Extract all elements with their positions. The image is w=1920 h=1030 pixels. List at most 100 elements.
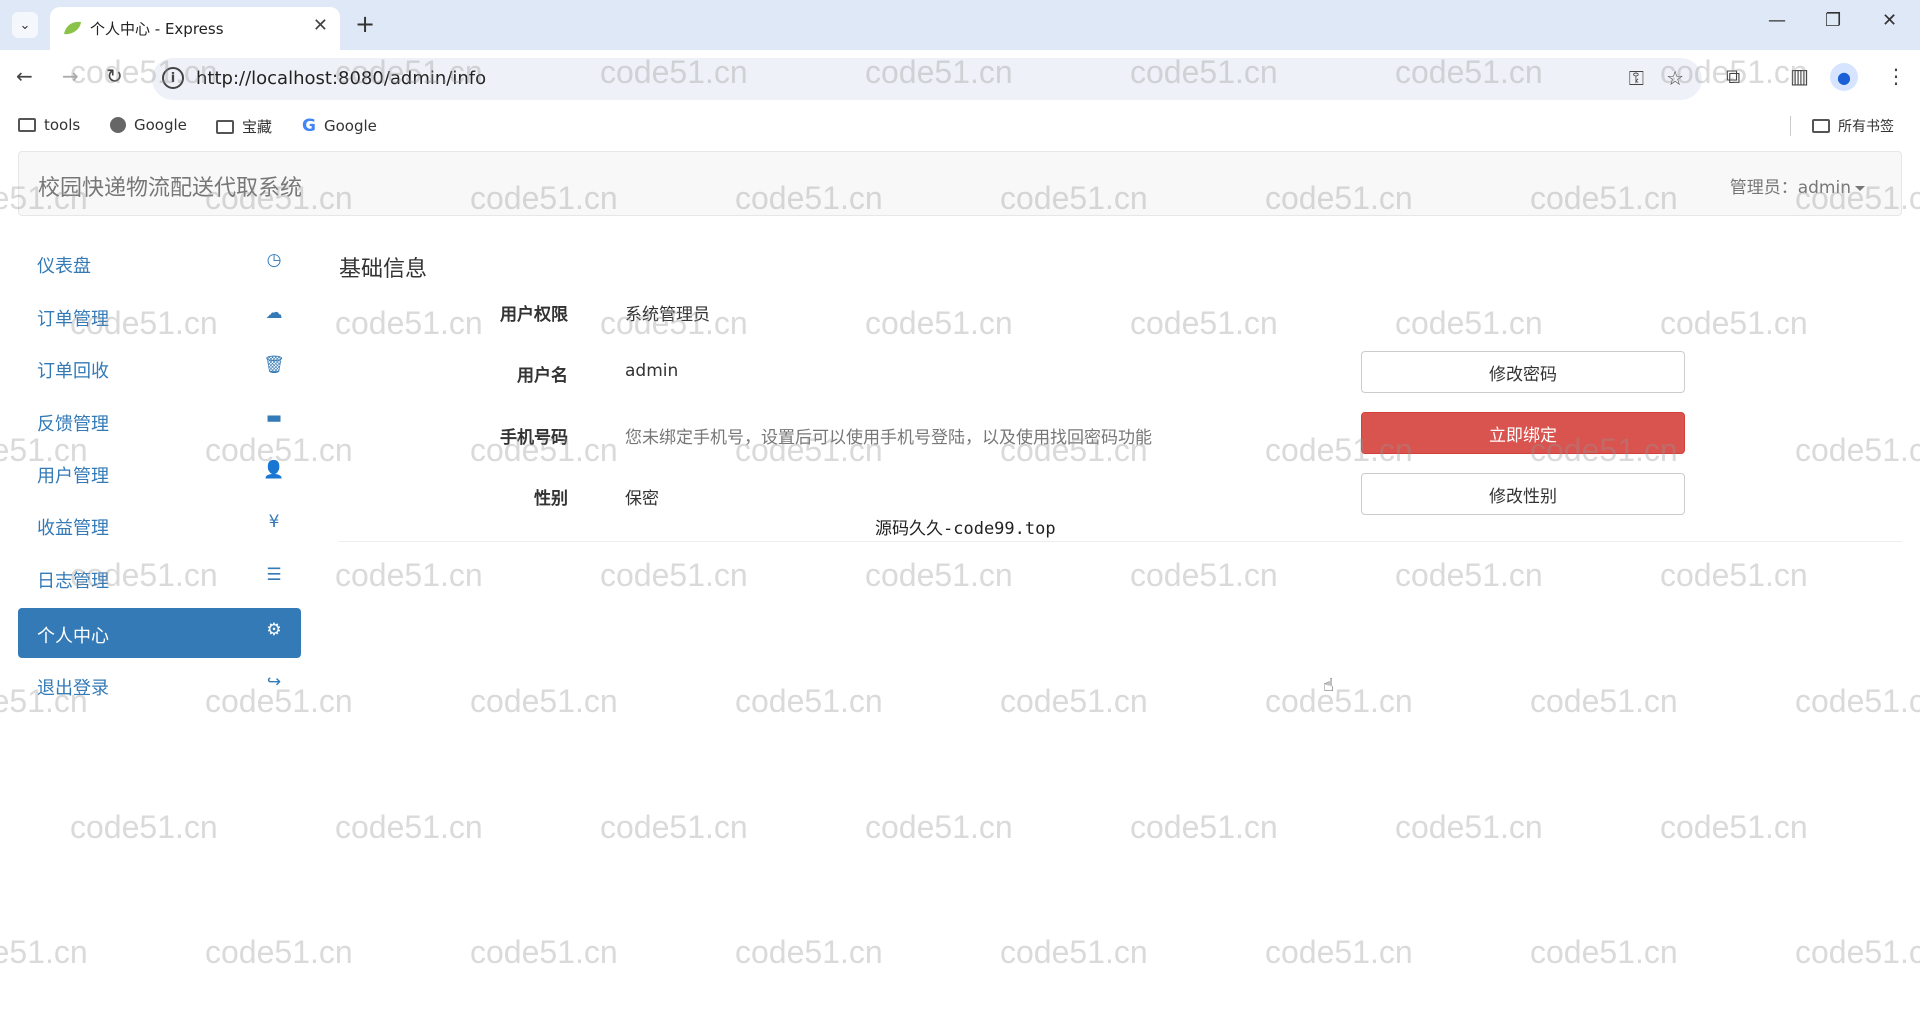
watermark-text: code51.cn [1265,934,1413,970]
forward-icon[interactable]: → [62,64,79,88]
app-navbar: 校园快递物流配送代取系统 管理员：admin [18,151,1902,216]
browser-tab-bar: ⌄ 个人中心 - Express ✕ + — ❐ ✕ [0,0,1920,50]
sidebar-item-users[interactable]: 用户管理 👤 [18,448,301,498]
sidebar-item-revenue[interactable]: 收益管理 ¥ [18,500,301,550]
minimize-icon[interactable]: — [1768,10,1786,31]
watermark-text: code51.cn [1000,934,1148,970]
watermark-text: code51.cn [335,557,483,593]
address-bar[interactable]: i http://localhost:8080/admin/info ⚿ ☆ [152,58,1702,100]
sidebar-item-label: 个人中心 [37,626,109,647]
comment-icon: ▬ [265,408,283,428]
all-bookmarks-label: 所有书签 [1838,119,1894,135]
user-icon: 👤 [263,460,285,480]
profile-avatar-icon[interactable]: ● [1830,63,1858,91]
list-icon: ☰ [266,565,282,585]
gear-icon: ⚙ [266,620,282,640]
sidebar-item-logs[interactable]: 日志管理 ☰ [18,553,301,603]
bookmark-google-1[interactable]: Google [110,116,187,134]
watermark-text: code51.cn [205,934,353,970]
sidebar-item-order-recycle[interactable]: 订单回收 🗑 [18,343,301,393]
watermark-text: code51.cn [1000,683,1148,719]
bookmark-label: Google [323,117,377,135]
watermark-text: code51.cn [1530,934,1678,970]
side-panel-icon[interactable]: ▥ [1790,64,1809,88]
watermark-text: code51.cn [600,809,748,845]
back-icon[interactable]: ← [16,64,33,88]
bookmark-label: Google [134,116,187,134]
permission-label: 用户权限 [500,305,568,325]
watermark-text: code51.cn [865,809,1013,845]
watermark-text: code51.cn [335,809,483,845]
bind-phone-button[interactable]: 立即绑定 [1361,412,1685,454]
yen-icon: ¥ [268,512,280,532]
site-info-icon[interactable]: i [162,67,184,89]
divider [339,541,1902,542]
all-bookmarks[interactable]: 所有书签 [1812,116,1894,136]
close-window-icon[interactable]: ✕ [1882,10,1897,31]
sidebar-item-label: 订单管理 [37,309,109,330]
sidebar-item-label: 用户管理 [37,466,109,487]
watermark-text: code51.cn [1795,432,1920,468]
change-gender-button[interactable]: 修改性别 [1361,473,1685,515]
sidebar-item-label: 收益管理 [37,518,109,539]
permission-value: 系统管理员 [625,305,710,325]
sidebar-item-dashboard[interactable]: 仪表盘 ◷ [18,238,301,288]
leaf-favicon-icon [64,21,81,35]
watermark-text: code51.cn [1660,809,1808,845]
sidebar-item-feedback[interactable]: 反馈管理 ▬ [18,396,301,446]
watermark-text: code51.cn [1795,934,1920,970]
bookmark-tools[interactable]: tools [18,116,80,134]
globe-icon [110,117,126,133]
new-tab-icon[interactable]: + [355,10,375,38]
browser-menu-icon[interactable]: ⋮ [1886,64,1906,88]
sidebar-item-label: 反馈管理 [37,414,109,435]
trash-icon: 🗑 [263,355,285,375]
phone-label: 手机号码 [500,428,568,448]
bookmark-label: 宝藏 [242,118,273,136]
browser-tab[interactable]: 个人中心 - Express ✕ [50,7,340,50]
password-key-icon[interactable]: ⚿ [1629,66,1644,90]
change-password-button[interactable]: 修改密码 [1361,351,1685,393]
url-text: http://localhost:8080/admin/info [196,68,487,89]
folder-icon [18,118,36,132]
tab-search-dropdown-icon[interactable]: ⌄ [12,12,38,38]
reload-icon[interactable]: ↻ [106,64,123,88]
username-label: 用户名 [517,366,568,386]
bookmark-star-icon[interactable]: ☆ [1666,66,1684,90]
gender-value: 保密 [625,489,659,509]
bookmarks-separator [1790,116,1791,136]
sidebar-item-label: 日志管理 [37,571,109,592]
watermark-text: code51.cn [865,557,1013,593]
google-g-icon: G [302,116,316,136]
watermark-text: code51.cn [470,934,618,970]
watermark-text: code51.cn [70,809,218,845]
sidebar-item-logout[interactable]: 退出登录 ↪ [18,660,301,710]
bookmark-google-2[interactable]: G Google [302,116,377,136]
watermark-text: code51.cn [735,934,883,970]
watermark-text: code51.cn [735,683,883,719]
watermark-text: code51.cn [1130,809,1278,845]
app-brand[interactable]: 校园快递物流配送代取系统 [38,170,302,202]
admin-dropdown[interactable]: 管理员：admin [1730,173,1865,198]
watermark-text: code51.cn [470,683,618,719]
dashboard-icon: ◷ [266,250,282,270]
bookmark-baozang[interactable]: 宝藏 [216,116,272,137]
phone-value: 您未绑定手机号，设置后可以使用手机号登陆，以及使用找回密码功能 [625,428,1152,448]
watermark-text: code51.cn [865,305,1013,341]
watermark-text: code51.cn [1395,557,1543,593]
folder-icon [1812,119,1830,133]
sidebar-item-label: 仪表盘 [37,256,91,277]
hand-cursor-icon: ☝ [1323,675,1334,696]
admin-label: 管理员：admin [1729,178,1851,198]
sidebar-item-profile[interactable]: 个人中心 ⚙ [18,608,301,658]
tab-title: 个人中心 - Express [90,20,224,38]
watermark-text: code51.cn [1395,305,1543,341]
extensions-icon[interactable]: ⧉ [1726,64,1740,88]
page-title: 基础信息 [339,257,428,282]
tab-close-icon[interactable]: ✕ [313,15,328,36]
sidebar-item-orders[interactable]: 订单管理 ☁ [18,291,301,341]
bookmarks-bar: tools Google 宝藏 G Google 所有书签 [0,108,1920,144]
watermark-text: code51.cn [1395,809,1543,845]
watermark-text: code51.cn [1265,683,1413,719]
restore-icon[interactable]: ❐ [1825,10,1841,31]
